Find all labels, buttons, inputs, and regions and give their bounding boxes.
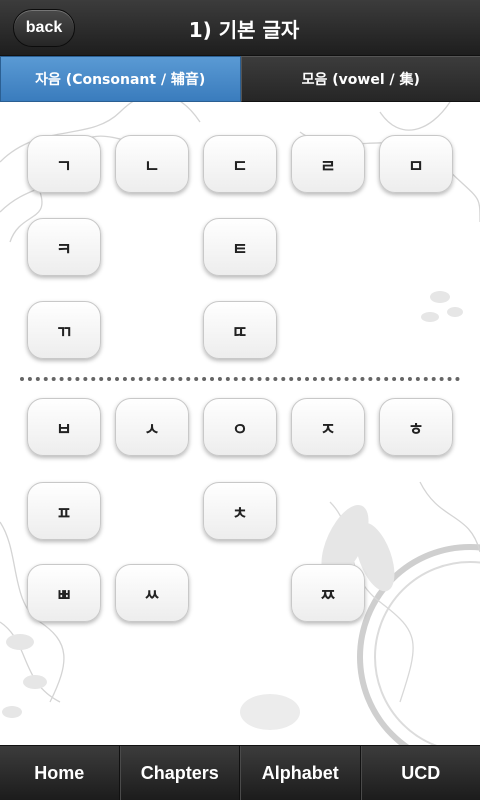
key-ssang-jieut[interactable]: ㅉ bbox=[291, 564, 365, 622]
key-pieup[interactable]: ㅍ bbox=[27, 482, 101, 540]
header-bar: back 1) 기본 글자 bbox=[0, 0, 480, 56]
tab-vowel[interactable]: 모음 (vowel / 集) bbox=[240, 56, 480, 102]
key-ssang-bieup[interactable]: ㅃ bbox=[27, 564, 101, 622]
nav-home[interactable]: Home bbox=[0, 746, 120, 800]
content-area: ㄱ ㄴ ㄷ ㄹ ㅁ ㅋ ㅌ ㄲ ㄸ ㅂ ㅅ ㅇ ㅈ ㅎ ㅍ ㅊ ㅃ ㅆ ㅉ bbox=[0, 102, 480, 745]
key-nieun[interactable]: ㄴ bbox=[115, 135, 189, 193]
key-hieut[interactable]: ㅎ bbox=[379, 398, 453, 456]
nav-alphabet[interactable]: Alphabet bbox=[240, 746, 361, 800]
tab-bar: 자음 (Consonant / 辅音) 모음 (vowel / 集) bbox=[0, 56, 480, 102]
key-ssang-siot[interactable]: ㅆ bbox=[115, 564, 189, 622]
key-rieul[interactable]: ㄹ bbox=[291, 135, 365, 193]
key-giyeok[interactable]: ㄱ bbox=[27, 135, 101, 193]
tab-consonant[interactable]: 자음 (Consonant / 辅音) bbox=[0, 56, 241, 102]
nav-chapters[interactable]: Chapters bbox=[119, 746, 240, 800]
key-jieut[interactable]: ㅈ bbox=[291, 398, 365, 456]
page-title: 1) 기본 글자 bbox=[188, 17, 300, 42]
key-digeut[interactable]: ㄷ bbox=[203, 135, 277, 193]
key-ssang-giyeok[interactable]: ㄲ bbox=[27, 301, 101, 359]
key-bieup[interactable]: ㅂ bbox=[27, 398, 101, 456]
key-siot[interactable]: ㅅ bbox=[115, 398, 189, 456]
key-ieung[interactable]: ㅇ bbox=[203, 398, 277, 456]
app: back 1) 기본 글자 자음 (Consonant / 辅音) 모음 (vo… bbox=[0, 0, 480, 800]
nav-ucd[interactable]: UCD bbox=[360, 746, 480, 800]
key-kieuk[interactable]: ㅋ bbox=[27, 218, 101, 276]
key-tieut[interactable]: ㅌ bbox=[203, 218, 277, 276]
dotted-divider bbox=[20, 377, 460, 381]
key-chieut[interactable]: ㅊ bbox=[203, 482, 277, 540]
key-ssang-digeut[interactable]: ㄸ bbox=[203, 301, 277, 359]
key-mieum[interactable]: ㅁ bbox=[379, 135, 453, 193]
bottom-nav-bar: Home Chapters Alphabet UCD bbox=[0, 745, 480, 800]
